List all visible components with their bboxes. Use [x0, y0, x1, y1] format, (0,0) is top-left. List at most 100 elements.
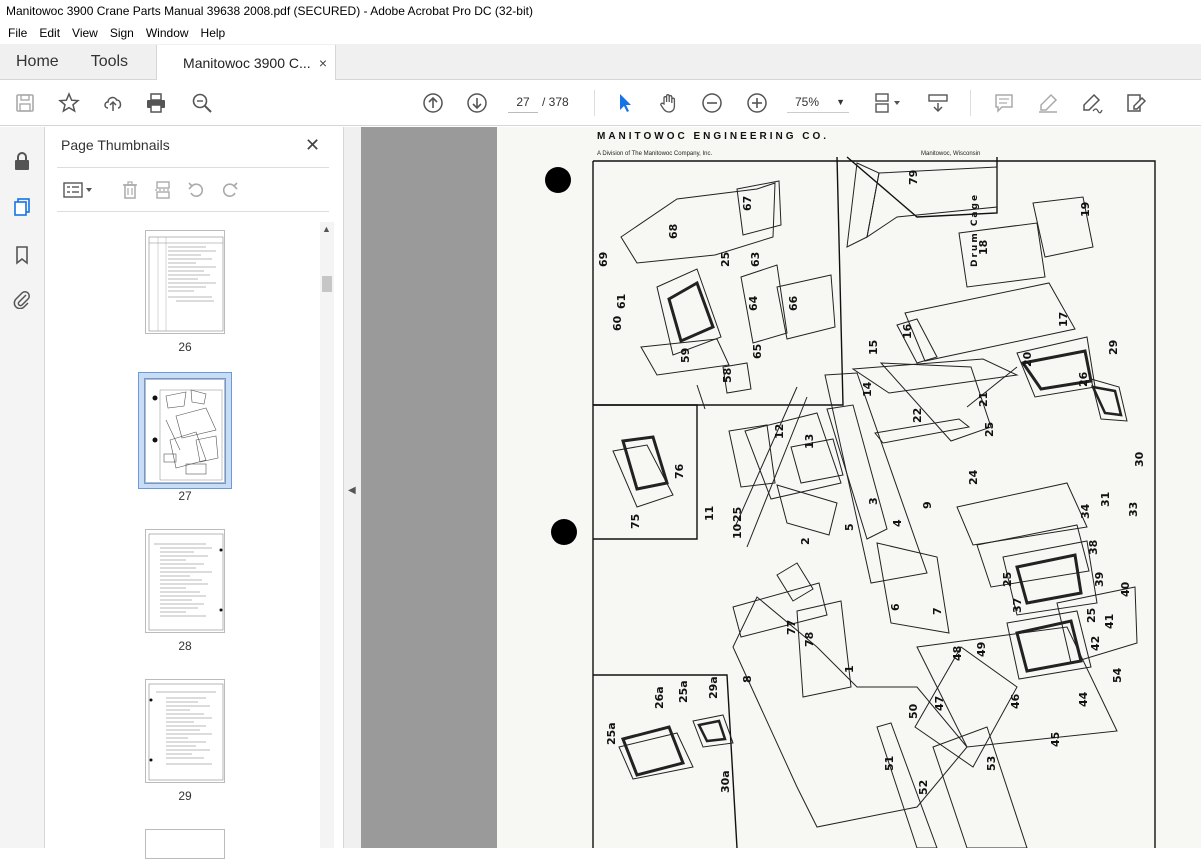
scroll-mode-icon[interactable]: [926, 91, 950, 115]
zoom-dropdown[interactable]: 75% ▼: [787, 91, 849, 113]
panel-close-icon[interactable]: ✕: [305, 135, 320, 156]
document-viewer[interactable]: MANITOWOC ENGINEERING CO. A Division of …: [361, 127, 1201, 848]
delete-page-icon[interactable]: [119, 179, 141, 201]
bookmarks-icon[interactable]: [10, 243, 34, 267]
part-callout: 34: [1079, 503, 1092, 519]
collapse-panel-icon[interactable]: ◀: [348, 485, 356, 496]
part-callout: 79: [907, 170, 920, 185]
tab-home[interactable]: Home: [0, 44, 75, 79]
thumbnail-page-27[interactable]: [144, 378, 226, 484]
tab-bar: Home Tools Manitowoc 3900 C... ×: [0, 44, 1201, 80]
part-callout: 29a: [707, 676, 720, 699]
hand-tool-icon[interactable]: [657, 91, 681, 115]
zoom-search-icon[interactable]: [190, 91, 214, 115]
part-callout: 4: [891, 519, 904, 527]
zoom-out-icon[interactable]: [700, 91, 724, 115]
part-callout: 66: [787, 295, 800, 311]
select-cursor-icon[interactable]: [613, 91, 637, 115]
navigation-rail: [0, 127, 45, 848]
tab-close-icon[interactable]: ×: [319, 55, 327, 71]
print-icon[interactable]: [144, 91, 168, 115]
part-callout: 61: [615, 294, 628, 309]
tab-document[interactable]: Manitowoc 3900 C... ×: [156, 45, 337, 80]
thumbnail-options-icon[interactable]: [61, 179, 97, 201]
part-callout: 64: [747, 295, 760, 311]
part-callout: 14: [861, 381, 874, 397]
part-callout: 25a: [605, 722, 618, 745]
menu-edit[interactable]: Edit: [33, 22, 66, 44]
tab-tools[interactable]: Tools: [75, 44, 144, 79]
extract-page-icon[interactable]: [152, 179, 174, 201]
part-callout: 9: [921, 501, 934, 509]
thumbnails-scrollbar[interactable]: ▲: [320, 222, 334, 848]
highlight-pen-icon[interactable]: [1036, 91, 1060, 115]
part-callout: 53: [985, 756, 998, 771]
zoom-in-icon[interactable]: [745, 91, 769, 115]
next-page-icon[interactable]: [465, 91, 489, 115]
menu-sign[interactable]: Sign: [104, 22, 140, 44]
part-callout: 8: [741, 675, 754, 683]
main-toolbar: 27 / 378 75% ▼: [0, 80, 1201, 126]
part-callout: 50: [907, 703, 920, 719]
rotate-clockwise-icon[interactable]: [219, 179, 241, 201]
thumbnail-page-28[interactable]: [145, 529, 225, 633]
attachment-icon[interactable]: [10, 287, 34, 311]
part-callout: 26: [1077, 371, 1090, 387]
part-callout: 3: [867, 497, 880, 505]
part-callout: 40: [1119, 581, 1132, 597]
part-callout: 25: [1001, 572, 1014, 587]
part-callout: 58: [721, 368, 734, 383]
thumbnail-page-30[interactable]: [145, 829, 225, 859]
panel-toolbar: [57, 175, 329, 205]
panel-splitter[interactable]: ◀: [343, 127, 361, 848]
menu-view[interactable]: View: [66, 22, 104, 44]
rotate-counterclockwise-icon[interactable]: [185, 179, 207, 201]
menu-help[interactable]: Help: [195, 22, 232, 44]
part-callout: 45: [1049, 732, 1062, 747]
part-callout: 47: [933, 696, 946, 711]
part-callout: 38: [1087, 540, 1100, 555]
part-callout: 29: [1107, 340, 1120, 355]
part-callout: 77: [785, 620, 798, 635]
chevron-up-icon[interactable]: ▲: [322, 224, 331, 234]
part-callout: 25a: [677, 680, 690, 703]
save-icon[interactable]: [13, 91, 37, 115]
exploded-parts-drawing: 796867181969 25 6361 64 6617601659 6558152029…: [592, 156, 1156, 848]
previous-page-icon[interactable]: [421, 91, 445, 115]
part-callout: 69: [597, 252, 610, 267]
edit-form-icon[interactable]: [1124, 91, 1148, 115]
draw-sign-icon[interactable]: [1080, 91, 1104, 115]
upload-cloud-icon[interactable]: [101, 91, 125, 115]
thumbnail-page-26[interactable]: [145, 230, 225, 334]
part-callout: 49: [975, 642, 988, 657]
thumbnail-preview: [148, 683, 224, 781]
part-callout: 33: [1127, 502, 1140, 517]
panel-title: Page Thumbnails: [61, 137, 170, 153]
part-callout: 48: [951, 646, 964, 661]
lock-icon[interactable]: [10, 149, 34, 173]
part-callout: 37: [1011, 598, 1024, 613]
part-callout: 16: [901, 323, 914, 339]
page-layout-icon[interactable]: [870, 91, 906, 115]
page-thumbnails-icon[interactable]: [10, 195, 34, 219]
pdf-page: MANITOWOC ENGINEERING CO. A Division of …: [497, 127, 1201, 848]
part-callout: 30a: [719, 770, 732, 793]
comment-icon[interactable]: [992, 91, 1016, 115]
page-total: / 378: [542, 95, 569, 109]
menu-window[interactable]: Window: [140, 22, 195, 44]
scrollbar-thumb[interactable]: [322, 276, 332, 292]
chevron-down-icon: ▼: [836, 97, 845, 107]
part-callout: 39: [1093, 572, 1106, 587]
part-callout: 30: [1133, 451, 1146, 467]
part-callout: 25: [719, 252, 732, 267]
page-number-input[interactable]: 27: [508, 91, 538, 113]
part-callout: 10: [731, 523, 744, 539]
bookmark-star-icon[interactable]: [57, 91, 81, 115]
part-callout: 25: [983, 422, 996, 437]
part-callout: 54: [1111, 667, 1124, 683]
menu-file[interactable]: File: [2, 22, 33, 44]
thumbnail-page-29[interactable]: [145, 679, 225, 783]
zoom-value: 75%: [795, 95, 820, 109]
part-callout: 12: [773, 424, 786, 439]
part-callout: 52: [917, 780, 930, 795]
